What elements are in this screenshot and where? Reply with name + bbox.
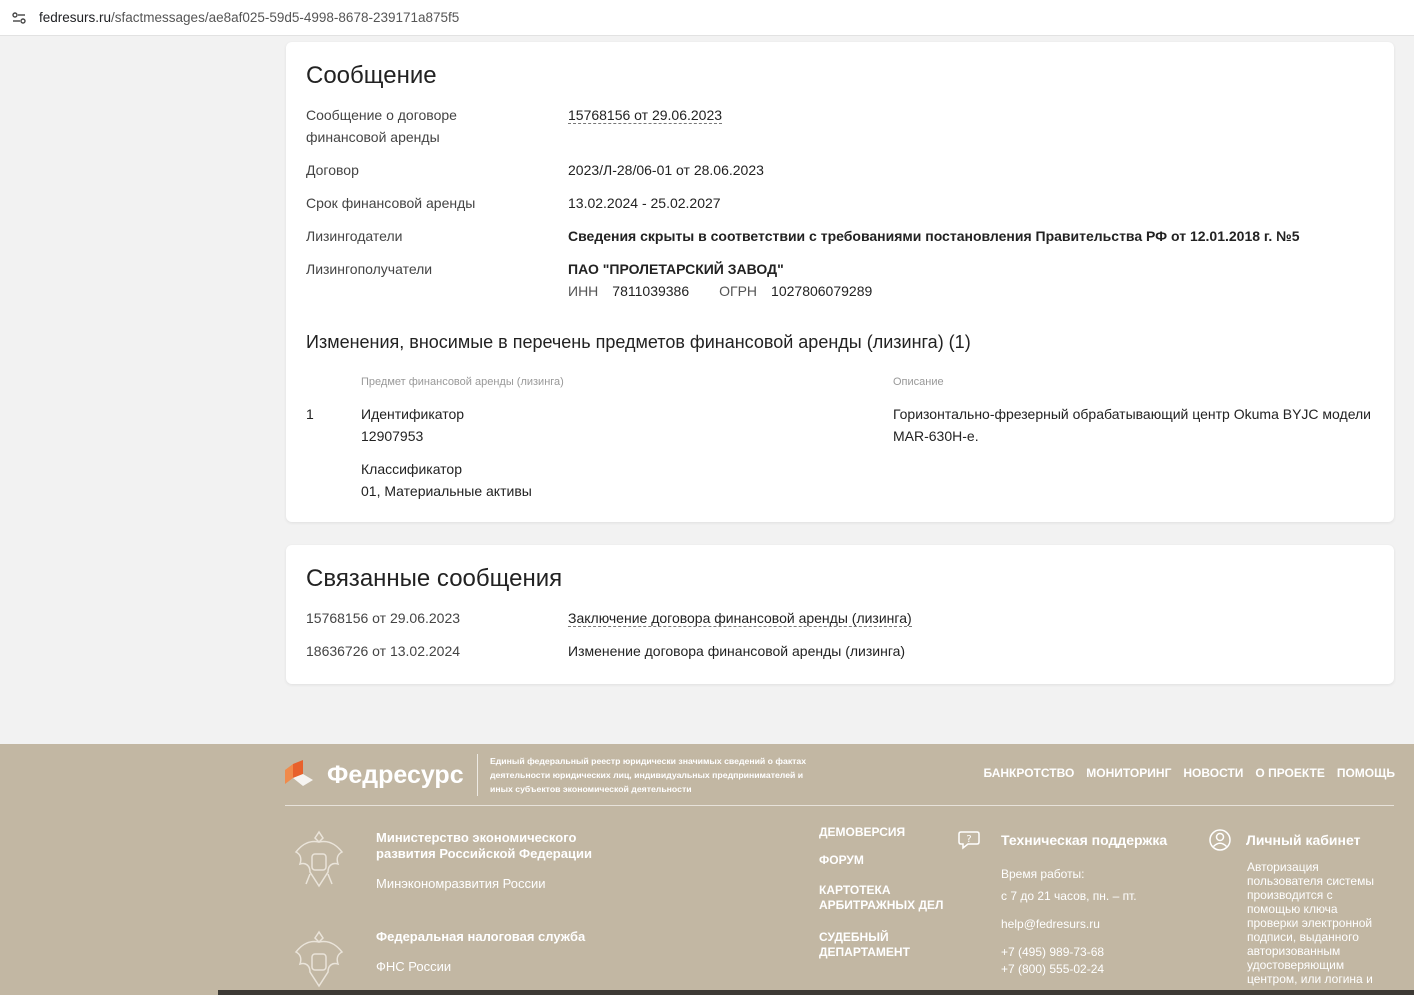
support-hours-label: Время работы:: [1001, 867, 1085, 881]
cabinet-title[interactable]: Личный кабинет: [1246, 832, 1360, 848]
org-minek-short: Минэкономразвития России: [376, 876, 546, 891]
classifier-value: 01, Материальные активы: [361, 483, 532, 499]
link-judicial-2[interactable]: ДЕПАРТАМЕНТ: [819, 945, 910, 960]
col-header-description: Описание: [893, 376, 944, 388]
link-arbitration-1[interactable]: КАРТОТЕКА: [819, 883, 891, 898]
field-value: 13.02.2024 - 25.02.2027: [568, 195, 721, 211]
related-ref: 15768156 от 29.06.2023: [306, 610, 461, 626]
related-link[interactable]: Заключение договора финансовой аренды (л…: [568, 610, 912, 627]
user-cabinet-icon: [1209, 829, 1231, 851]
org-fns-name[interactable]: Федеральная налоговая служба: [376, 929, 585, 945]
message-card: Сообщение Сообщение о договоре финансово…: [286, 42, 1394, 522]
brand-tagline: Единый федеральный реестр юридически зна…: [490, 756, 807, 794]
field-label: Сообщение о договоре финансовой аренды: [306, 107, 457, 145]
browser-address-bar: fedresurs.ru/sfactmessages/ae8af025-59d5…: [0, 0, 1414, 36]
field-label: Срок финансовой аренды: [306, 195, 476, 211]
field-label: Лизингодатели: [306, 228, 403, 244]
org-minek-name-2[interactable]: развития Российской Федерации: [376, 846, 592, 862]
lessee-ids: ИНН 7811039386 ОГРН 1027806079289: [568, 280, 872, 302]
support-title: Техническая поддержка: [1001, 832, 1168, 848]
cabinet-description: Авторизация пользователя системы произво…: [1247, 860, 1374, 986]
logo-mark-icon: [285, 760, 313, 786]
site-info-icon[interactable]: [10, 9, 28, 27]
footer-divider: [285, 805, 1394, 806]
nav-about[interactable]: О ПРОЕКТЕ: [1255, 766, 1324, 780]
changes-title: Изменения, вносимые в перечень предметов…: [306, 332, 971, 352]
identifier-label: Идентификатор: [361, 406, 465, 422]
field-label: Лизингополучатели: [306, 261, 433, 277]
field-value: 2023/Л-28/06-01 от 28.06.2023: [568, 162, 764, 178]
row-number: 1: [306, 406, 314, 422]
nav-help[interactable]: ПОМОЩЬ: [1337, 766, 1395, 780]
coat-of-arms-icon: [294, 930, 344, 988]
org-minek-name-1[interactable]: Министерство экономического: [376, 830, 576, 846]
nav-bankruptcy[interactable]: БАНКРОТСТВО: [984, 766, 1075, 780]
svg-text:?: ?: [966, 834, 971, 845]
support-hours: с 7 до 21 часов, пн. – пт.: [1001, 889, 1137, 903]
link-demo[interactable]: ДЕМОВЕРСИЯ: [819, 825, 905, 840]
link-forum[interactable]: ФОРУМ: [819, 853, 864, 868]
footer-top-nav: БАНКРОТСТВО МОНИТОРИНГ НОВОСТИ О ПРОЕКТЕ…: [984, 766, 1395, 780]
support-email[interactable]: help@fedresurs.ru: [1001, 917, 1100, 931]
field-label: Договор: [306, 162, 359, 178]
message-ref-link[interactable]: 15768156 от 29.06.2023: [568, 107, 723, 124]
url-field[interactable]: fedresurs.ru/sfactmessages/ae8af025-59d5…: [39, 10, 459, 25]
related-title-text: Изменение договора финансовой аренды (ли…: [568, 643, 906, 659]
related-ref: 18636726 от 13.02.2024: [306, 643, 461, 659]
ogrn-value: 1027806079289: [771, 283, 873, 299]
field-lessees: Лизингополучатели ПАО "ПРОЛЕТАРСКИЙ ЗАВО…: [306, 258, 1374, 302]
link-judicial-1[interactable]: СУДЕБНЫЙ: [819, 930, 889, 945]
ogrn-label: ОГРН: [719, 283, 758, 299]
col-header-subject: Предмет финансовой аренды (лизинга): [361, 376, 564, 388]
bottom-strip: [218, 990, 1414, 995]
identifier-value: 12907953: [361, 428, 424, 444]
org-fns-short: ФНС России: [376, 959, 452, 974]
support-chat-icon: ?: [958, 831, 980, 850]
support-phone-2[interactable]: +7 (800) 555-02-24: [1001, 962, 1104, 976]
lessee-name: ПАО "ПРОЛЕТАРСКИЙ ЗАВОД": [568, 261, 784, 277]
classifier-label: Классификатор: [361, 461, 463, 477]
field-value: Сведения скрыты в соответствии с требова…: [568, 228, 1300, 244]
related-messages-card: Связанные сообщения 15768156 от 29.06.20…: [286, 545, 1394, 684]
link-arbitration-2[interactable]: АРБИТРАЖНЫХ ДЕЛ: [819, 898, 943, 913]
support-phone-1[interactable]: +7 (495) 989-73-68: [1001, 945, 1104, 959]
inn-value: 7811039386: [612, 283, 690, 299]
fedresurs-logo[interactable]: Федресурс: [285, 760, 464, 790]
inn-label: ИНН: [568, 283, 599, 299]
nav-news[interactable]: НОВОСТИ: [1183, 766, 1243, 780]
related-title: Связанные сообщения: [306, 565, 563, 592]
coat-of-arms-icon: [294, 830, 344, 888]
site-footer: Федресурс Единый федеральный реестр юрид…: [0, 744, 1414, 995]
description-line-2: MAR-630H-e.: [893, 428, 979, 444]
description-line-1: Горизонтально-фрезерный обрабатывающий ц…: [893, 406, 1372, 422]
nav-monitoring[interactable]: МОНИТОРИНГ: [1086, 766, 1171, 780]
logo-divider: [477, 754, 478, 796]
brand-name: Федресурс: [327, 760, 464, 789]
message-title: Сообщение: [306, 62, 437, 89]
